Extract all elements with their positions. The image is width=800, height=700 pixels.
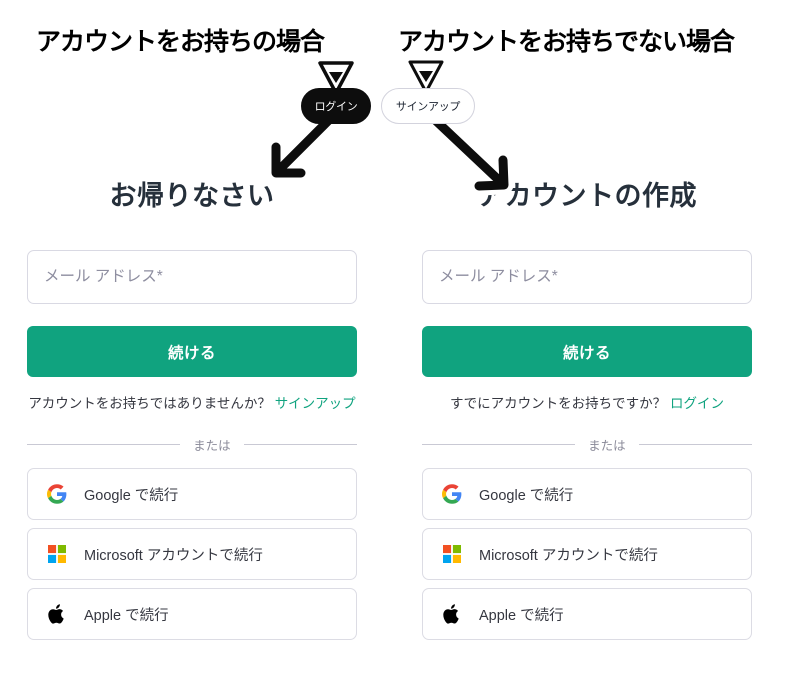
login-divider: または [27,435,357,454]
signup-switch-prompt: すでにアカウントをお持ちですか？ [450,396,667,412]
login-switch-line: アカウントをお持ちではありませんか？ サインアップ [27,394,357,415]
login-switch-prompt: アカウントをお持ちではありませんか？ [28,396,271,412]
login-continue-button[interactable]: 続ける [27,326,357,378]
login-social-list: Google で続行 Microsoft アカウントで続行 Apple で続行 [27,468,357,641]
login-google-label: Google で続行 [84,487,179,504]
login-microsoft-button[interactable]: Microsoft アカウントで続行 [27,528,357,581]
login-apple-label: Apple で続行 [84,607,169,624]
arrow-down-left-icon [266,106,343,183]
annotation-heading-login: アカウントをお持ちの場合 [33,26,327,59]
divider-rule-right [638,444,752,446]
annotation-signup-pill: サインアップ [381,88,475,124]
annotation-login-pill: ログイン [301,88,371,124]
login-panel-title: お帰りなさい [109,181,275,211]
signup-panel-title: アカウントの作成 [477,181,697,211]
signup-microsoft-button[interactable]: Microsoft アカウントで続行 [422,528,752,581]
signup-panel: アカウントの作成 続ける すでにアカウントをお持ちですか？ ログイン または [422,180,752,648]
signup-divider: または [422,435,752,454]
apple-icon [46,603,68,625]
signup-google-label: Google で続行 [479,487,574,504]
divider-rule-left [422,444,576,446]
login-panel: お帰りなさい 続ける アカウントをお持ちではありませんか？ サインアップ または [27,180,357,648]
microsoft-icon [46,543,68,565]
signup-google-button[interactable]: Google で続行 [422,468,752,521]
google-icon [46,483,68,505]
auth-comparison-screenshot: お帰りなさい 続ける アカウントをお持ちではありませんか？ サインアップ または [0,0,800,700]
login-switch-to-signup-link[interactable]: サインアップ [275,396,356,411]
login-google-button[interactable]: Google で続行 [27,468,357,521]
signup-microsoft-label: Microsoft アカウントで続行 [479,547,658,564]
signup-apple-button[interactable]: Apple で続行 [422,588,752,641]
google-icon [441,483,463,505]
divider-rule-right [243,444,357,446]
arrow-down-right-icon [423,108,514,196]
microsoft-icon [441,543,463,565]
signup-email-input[interactable] [422,250,752,305]
login-email-input[interactable] [27,250,357,305]
login-apple-button[interactable]: Apple で続行 [27,588,357,641]
signup-social-list: Google で続行 Microsoft アカウントで続行 Apple で続行 [422,468,752,641]
login-divider-label: または [193,439,231,454]
annotation-heading-signup: アカウントをお持ちでない場合 [395,26,737,59]
signup-divider-label: または [588,439,626,454]
signup-apple-label: Apple で続行 [479,607,564,624]
apple-icon [441,603,463,625]
login-microsoft-label: Microsoft アカウントで続行 [84,547,263,564]
signup-continue-button[interactable]: 続ける [422,326,752,378]
signup-switch-to-login-link[interactable]: ログイン [670,396,724,411]
signup-switch-line: すでにアカウントをお持ちですか？ ログイン [422,394,752,415]
divider-rule-left [27,444,181,446]
